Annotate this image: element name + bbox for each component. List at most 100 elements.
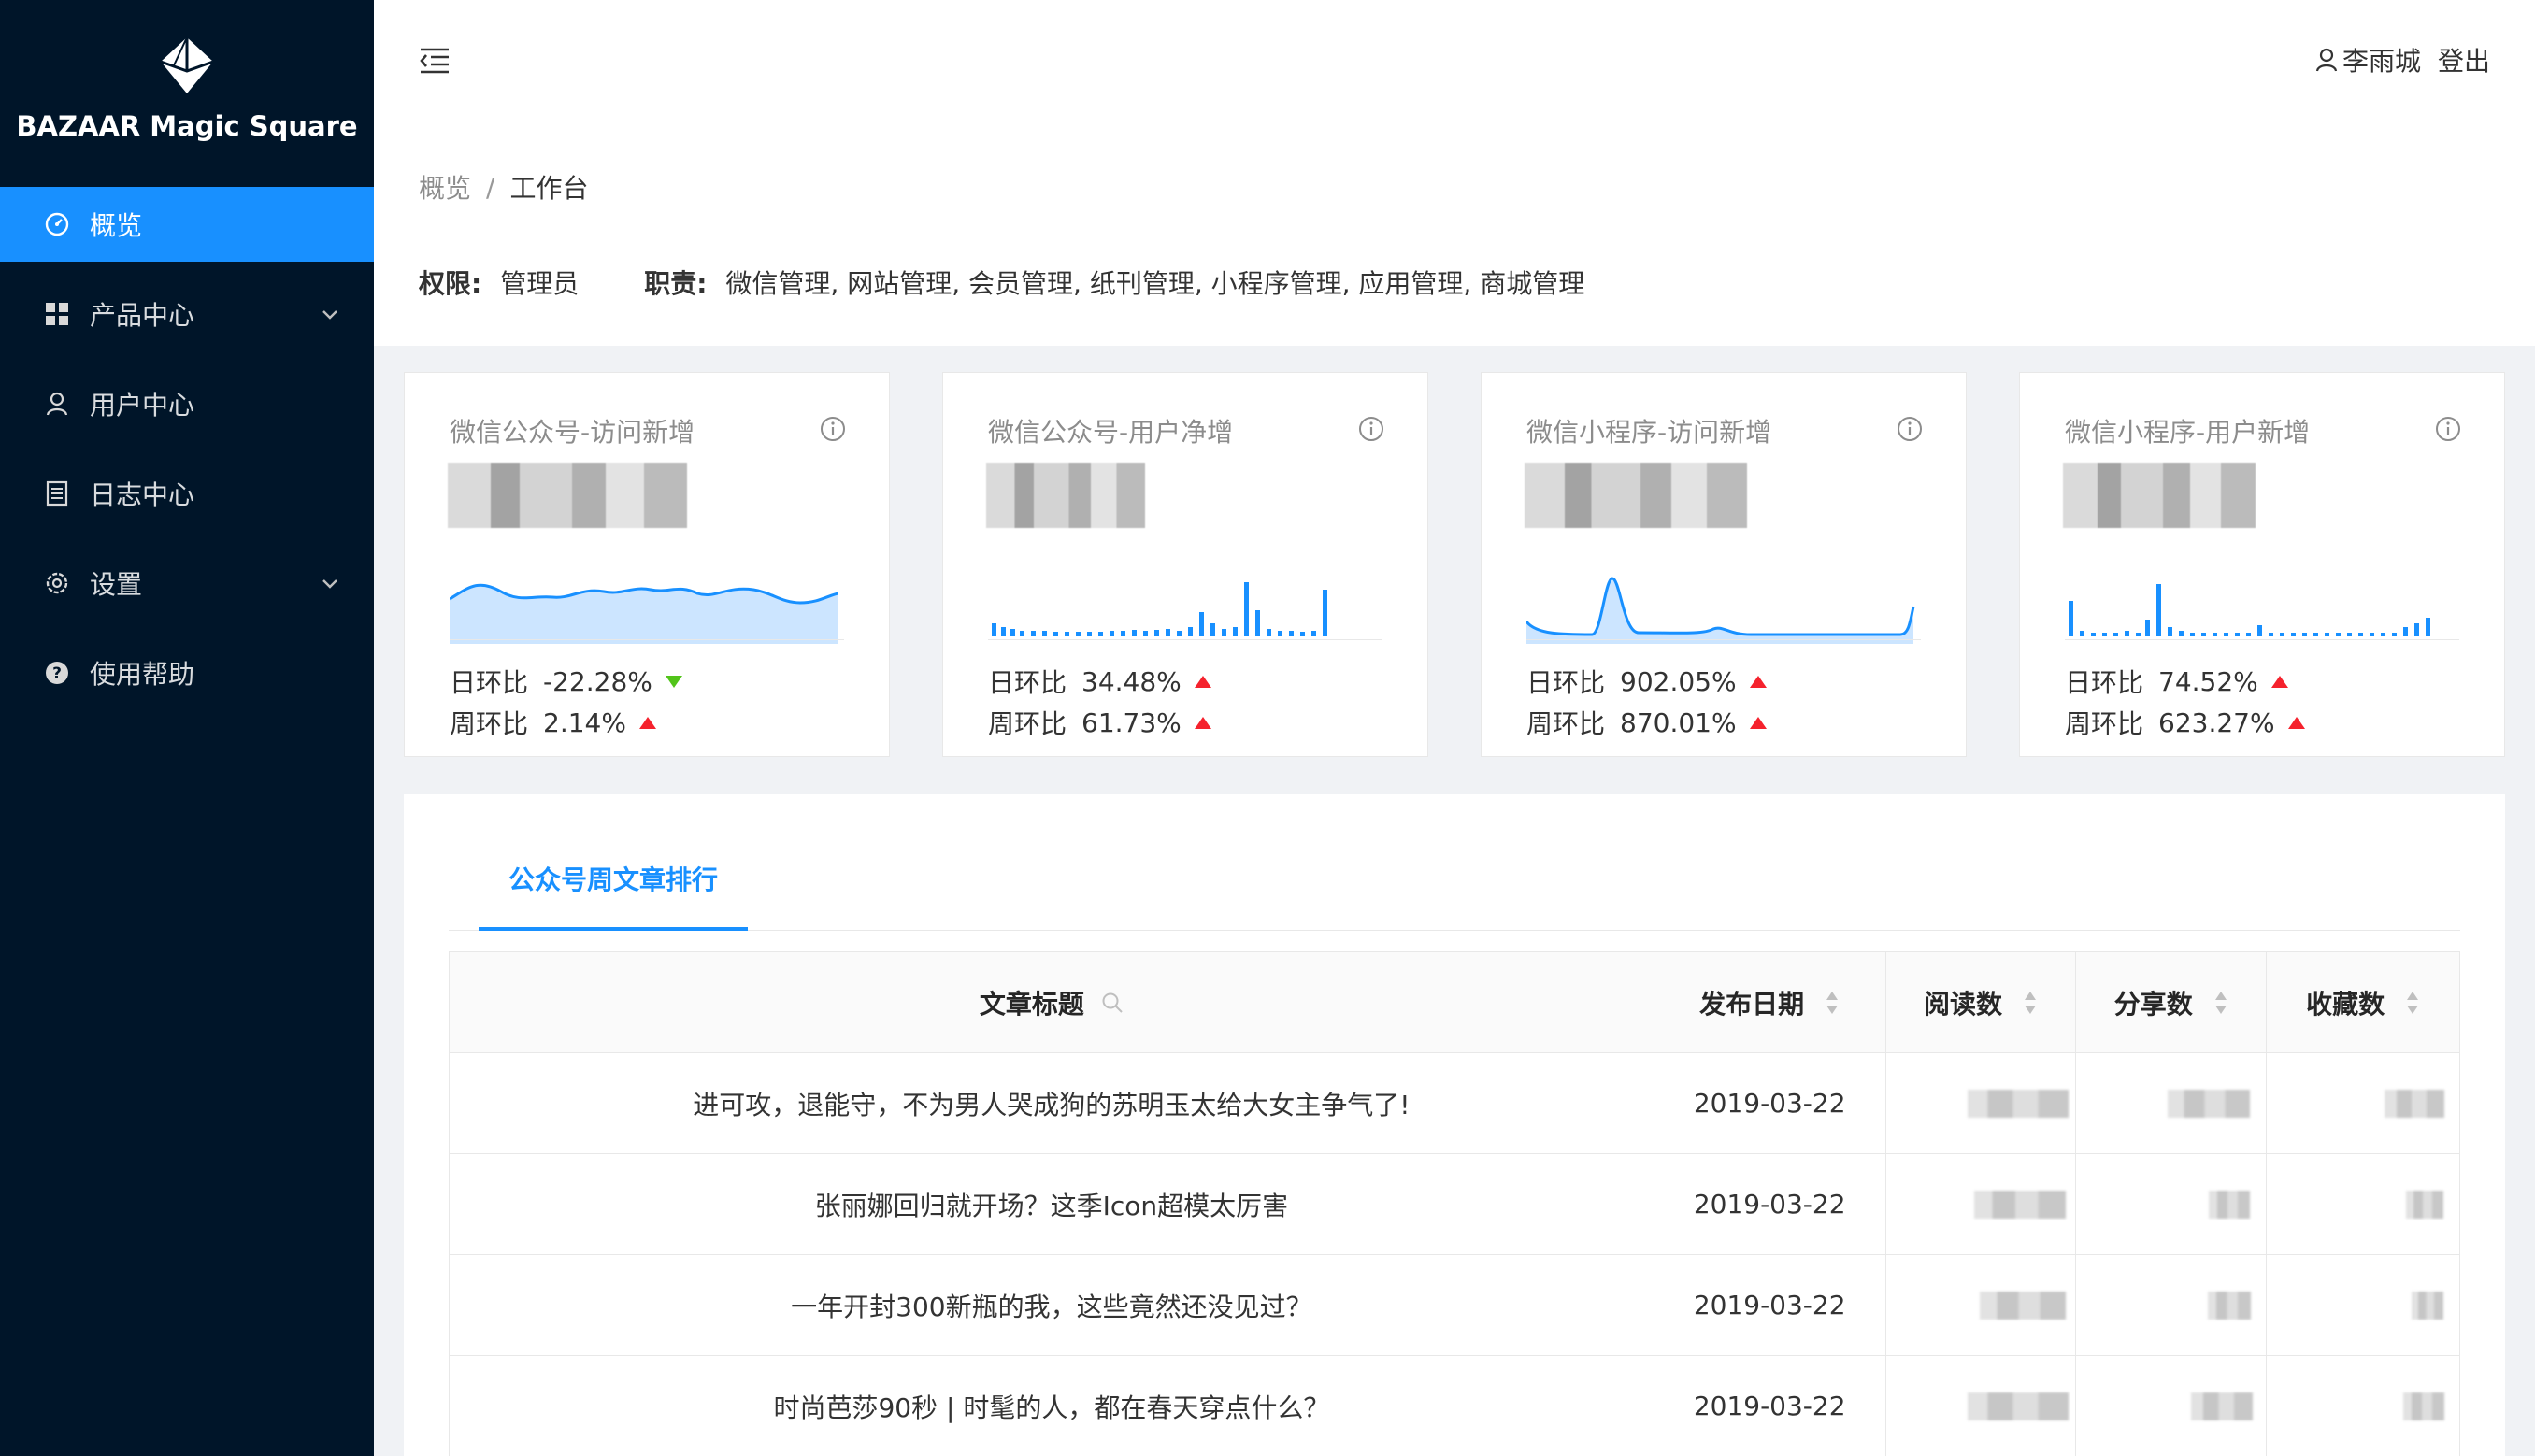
column-header-favorites[interactable]: 收藏数 xyxy=(2267,952,2459,1052)
sidebar-item-label: 用户中心 xyxy=(90,390,195,421)
publish-date-cell: 2019-03-22 xyxy=(1654,1053,1886,1153)
sidebar-item-overview[interactable]: 概览 xyxy=(0,187,374,262)
sort-icon[interactable] xyxy=(2023,989,2038,1017)
sidebar-item-settings[interactable]: 设置 xyxy=(0,546,374,621)
blurred-number xyxy=(2190,1392,2253,1420)
reads-cell xyxy=(1886,1154,2077,1254)
daily-compare: 日环比 902.05% xyxy=(1526,663,1767,700)
user-name[interactable]: 李雨城 xyxy=(2342,41,2421,79)
user-area: 李雨城 登出 xyxy=(2314,41,2490,79)
user-icon xyxy=(43,390,71,418)
sidebar-item-users[interactable]: 用户中心 xyxy=(0,366,374,441)
tab-ink-bar xyxy=(479,927,748,931)
column-header-date[interactable]: 发布日期 xyxy=(1654,952,1886,1052)
question-circle-icon: ? xyxy=(43,659,71,687)
favorites-cell xyxy=(2267,1154,2459,1254)
top-header: 李雨城 登出 xyxy=(374,0,2535,121)
info-circle-icon[interactable] xyxy=(1897,416,1923,442)
card-divider xyxy=(1526,639,1921,640)
reads-cell xyxy=(1886,1356,2077,1456)
blurred-number xyxy=(2412,1291,2444,1320)
weekly-compare-value: 61.73% xyxy=(1081,707,1182,738)
info-circle-icon[interactable] xyxy=(820,416,846,442)
table-row[interactable]: 一年开封300新瓶的我，这些竟然还没见过？ 2019-03-22 xyxy=(450,1255,2459,1356)
appstore-icon xyxy=(43,300,71,328)
blurred-number xyxy=(1967,1392,2069,1420)
article-title-cell[interactable]: 进可攻，退能守，不为男人哭成狗的苏明玉太给大女主争气了! xyxy=(450,1053,1654,1153)
daily-compare-label: 日环比 xyxy=(2065,667,2144,698)
info-circle-icon[interactable] xyxy=(2435,416,2461,442)
chevron-down-icon xyxy=(322,579,337,589)
sidebar-item-logs[interactable]: 日志中心 xyxy=(0,456,374,531)
brand[interactable]: BAZAAR Magic Square xyxy=(0,0,374,187)
sidebar-item-help[interactable]: ? 使用帮助 xyxy=(0,635,374,710)
role-label: 权限: xyxy=(419,268,482,299)
column-header-label: 分享数 xyxy=(2113,988,2193,1020)
caret-up-icon xyxy=(638,716,656,729)
sort-icon[interactable] xyxy=(2405,989,2420,1017)
reads-cell xyxy=(1886,1053,2077,1153)
card-divider xyxy=(2065,639,2459,640)
article-ranking-panel: 公众号周文章排行 文章标题 发布日期 阅读数 分享数 收藏数 进可攻，退能守，不… xyxy=(404,794,2505,1456)
column-header-label: 收藏数 xyxy=(2306,988,2385,1020)
daily-compare-label: 日环比 xyxy=(988,667,1067,698)
table-row[interactable]: 时尚芭莎90秒 | 时髦的人，都在春天穿点什么？ 2019-03-22 xyxy=(450,1356,2459,1456)
article-title-cell[interactable]: 时尚芭莎90秒 | 时髦的人，都在春天穿点什么？ xyxy=(450,1356,1654,1456)
tab-weekly-article-ranking[interactable]: 公众号周文章排行 xyxy=(479,860,748,931)
caret-up-icon xyxy=(1749,716,1767,729)
info-circle-icon[interactable] xyxy=(1358,416,1384,442)
stat-card-wechat-users: 微信公众号-用户净增 日环比 34.48% 周环比 61.73% xyxy=(942,372,1428,757)
stat-card-miniprogram-users: 微信小程序-用户新增 日环比 74.52% 周环比 623.27% xyxy=(2019,372,2505,757)
weekly-compare: 周环比 61.73% xyxy=(988,704,1211,741)
weekly-compare-value: 623.27% xyxy=(2158,707,2275,738)
breadcrumb: 概览 / 工作台 xyxy=(419,168,588,206)
sidebar-item-label: 概览 xyxy=(90,210,143,241)
mini-area-chart xyxy=(450,583,838,644)
setting-icon xyxy=(43,569,71,597)
caret-up-icon xyxy=(1194,675,1211,688)
weekly-compare-value: 2.14% xyxy=(543,707,626,738)
favorites-cell xyxy=(2267,1053,2459,1153)
sort-icon[interactable] xyxy=(1825,989,1840,1017)
sort-icon[interactable] xyxy=(2213,989,2228,1017)
user-icon xyxy=(2315,48,2338,72)
card-divider xyxy=(450,639,844,640)
blurred-number xyxy=(2207,1291,2251,1320)
column-header-label: 文章标题 xyxy=(979,988,1084,1020)
article-title-cell[interactable]: 一年开封300新瓶的我，这些竟然还没见过？ xyxy=(450,1255,1654,1355)
blurred-number xyxy=(2208,1190,2250,1219)
sidebar-item-label: 日志中心 xyxy=(90,479,195,510)
sidebar-item-products[interactable]: 产品中心 xyxy=(0,277,374,351)
stat-card-wechat-visits: 微信公众号-访问新增 日环比 -22.28% 周环比 2.14% xyxy=(404,372,890,757)
shares-cell xyxy=(2076,1255,2268,1355)
column-header-title[interactable]: 文章标题 xyxy=(450,952,1654,1052)
logout-link[interactable]: 登出 xyxy=(2438,41,2490,79)
weekly-compare-label: 周环比 xyxy=(450,708,529,739)
daily-compare-value: 34.48% xyxy=(1081,665,1182,697)
breadcrumb-separator: / xyxy=(486,171,495,203)
duty-value: 微信管理, 网站管理, 会员管理, 纸刊管理, 小程序管理, 应用管理, 商城管… xyxy=(725,268,1585,299)
table-row[interactable]: 张丽娜回归就开场？这季Icon超模太厉害 2019-03-22 xyxy=(450,1154,2459,1255)
weekly-compare-label: 周环比 xyxy=(1526,708,1606,739)
article-table: 文章标题 发布日期 阅读数 分享数 收藏数 进可攻，退能守，不为男人哭成狗的苏明… xyxy=(449,951,2460,1456)
column-header-label: 阅读数 xyxy=(1923,988,2002,1020)
weekly-compare-label: 周环比 xyxy=(988,708,1067,739)
sidebar-menu: 概览 产品中心 用户中心 日志中心 设置 ? 使用帮助 xyxy=(0,187,374,710)
article-title-cell[interactable]: 张丽娜回归就开场？这季Icon超模太厉害 xyxy=(450,1154,1654,1254)
shares-cell xyxy=(2076,1356,2268,1456)
table-row[interactable]: 进可攻，退能守，不为男人哭成狗的苏明玉太给大女主争气了! 2019-03-22 xyxy=(450,1053,2459,1154)
daily-compare: 日环比 74.52% xyxy=(2065,663,2288,700)
column-header-shares[interactable]: 分享数 xyxy=(2076,952,2268,1052)
breadcrumb-item-overview[interactable]: 概览 xyxy=(419,168,471,206)
brand-logo-icon xyxy=(160,36,214,93)
caret-up-icon xyxy=(2287,716,2305,729)
daily-compare-value: 902.05% xyxy=(1620,665,1737,697)
menu-fold-icon[interactable] xyxy=(419,45,451,77)
card-title: 微信公众号-用户净增 xyxy=(988,417,1234,448)
search-icon[interactable] xyxy=(1101,992,1124,1014)
tab-bar: 公众号周文章排行 xyxy=(449,860,2460,931)
card-divider xyxy=(988,639,1382,640)
column-header-reads[interactable]: 阅读数 xyxy=(1886,952,2077,1052)
daily-compare-value: -22.28% xyxy=(543,665,652,697)
blurred-number xyxy=(1979,1291,2066,1320)
